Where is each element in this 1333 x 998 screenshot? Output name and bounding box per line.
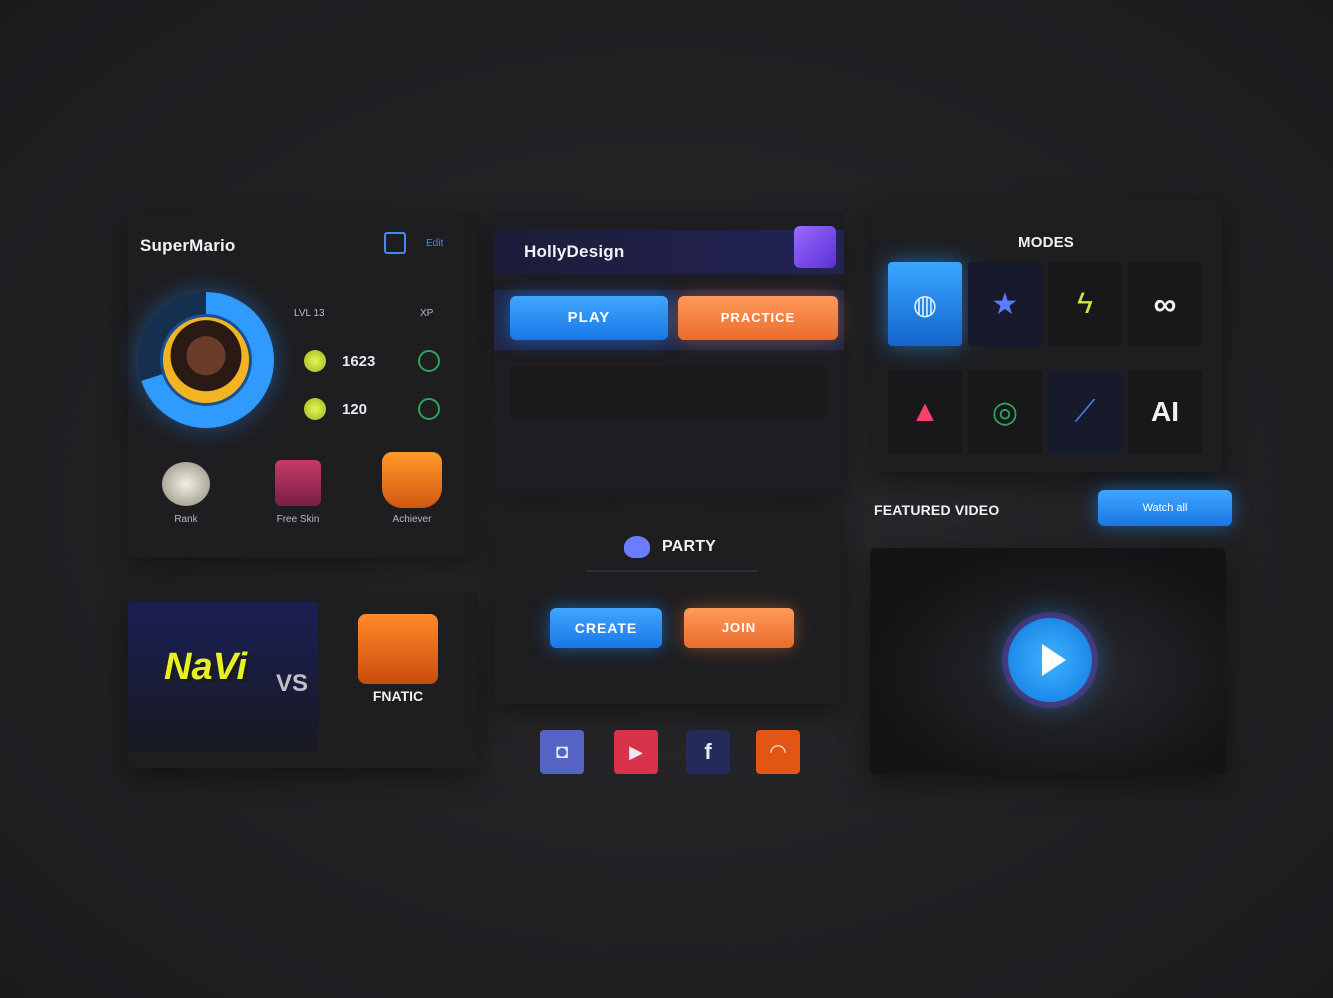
- mode-tile-5[interactable]: ▲: [888, 370, 962, 454]
- plus-coins-icon[interactable]: [418, 350, 440, 372]
- fnatic-mark-icon: [358, 614, 438, 684]
- badge-rank[interactable]: Rank: [158, 462, 214, 532]
- profile-panel: SuperMario Edit LVL 13 XP 1623 120 Rank …: [128, 212, 478, 557]
- profile-edit-label[interactable]: Edit: [426, 238, 443, 249]
- social-bar: ◘ ▶ f ◠: [540, 722, 840, 782]
- fox-mascot-icon: [382, 452, 442, 508]
- profile-username: SuperMario: [140, 236, 236, 255]
- reddit-icon[interactable]: ◠: [756, 730, 800, 774]
- watch-all-button[interactable]: Watch all: [1098, 490, 1232, 526]
- mode-tile-8[interactable]: AI: [1128, 370, 1202, 454]
- team-b-logo[interactable]: FNATIC: [338, 606, 458, 726]
- gift-icon: [275, 460, 321, 506]
- join-party-button[interactable]: JOIN: [684, 608, 794, 648]
- plus-gems-icon[interactable]: [418, 398, 440, 420]
- edit-icon[interactable]: [384, 232, 406, 254]
- play-panel: HollyDesign PLAY PRACTICE: [494, 212, 844, 497]
- modes-title: MODES: [1018, 234, 1075, 251]
- team-logo-icon[interactable]: [794, 226, 836, 268]
- practice-button[interactable]: PRACTICE: [678, 296, 838, 340]
- mode-tile-2[interactable]: ★: [968, 262, 1042, 346]
- play-button[interactable]: PLAY: [510, 296, 668, 340]
- flame-icon: ▲: [910, 395, 940, 428]
- lightning-icon: ϟ: [1077, 287, 1093, 320]
- discord-icon[interactable]: ◘: [540, 730, 584, 774]
- ai-label: AI: [1151, 396, 1179, 427]
- badge-label: Rank: [174, 514, 198, 525]
- gem-icon: [304, 398, 326, 420]
- infinity-icon: ∞: [1153, 285, 1177, 322]
- badge-label: Free Skin: [276, 514, 320, 525]
- mode-tile-1[interactable]: ◍: [888, 262, 962, 346]
- featured-header: FEATURED VIDEO Watch all: [872, 488, 1236, 532]
- coins-value: 1623: [342, 353, 376, 370]
- modes-panel: MODES ◍ ★ ϟ ∞ ▲ ◎ ⟋ AI: [872, 200, 1222, 472]
- brain-icon: ◍: [912, 288, 938, 320]
- rank-badge-icon: [162, 462, 210, 506]
- featured-title: FEATURED VIDEO: [874, 502, 1000, 518]
- mode-tile-4[interactable]: ∞: [1128, 262, 1202, 346]
- play-triangle-icon: [1042, 644, 1066, 676]
- badge-free-skin[interactable]: Free Skin: [266, 460, 330, 532]
- avatar-ring: [138, 292, 274, 428]
- badge-label: Achiever: [392, 514, 432, 525]
- party-divider: [586, 570, 758, 572]
- team-b-name: FNATIC: [372, 688, 424, 704]
- level-label: LVL 13: [294, 308, 325, 319]
- party-title: PARTY: [662, 538, 717, 555]
- target-icon: ◎: [991, 395, 1019, 429]
- gems-value: 120: [342, 401, 368, 418]
- sword-icon: ⟋: [1074, 395, 1096, 428]
- facebook-icon[interactable]: f: [686, 730, 730, 774]
- coin-icon: [304, 350, 326, 372]
- party-icon: [624, 536, 650, 558]
- play-panel-title: HollyDesign: [524, 242, 625, 261]
- star-icon: ★: [991, 287, 1019, 321]
- badge-achiever[interactable]: Achiever: [376, 452, 448, 532]
- party-panel: PARTY CREATE JOIN: [494, 514, 844, 704]
- match-panel: NaVi VS FNATIC: [128, 592, 478, 768]
- team-a-name: NaVi: [164, 646, 248, 688]
- queue-status-area: [510, 367, 828, 417]
- xp-label: XP: [420, 308, 434, 319]
- play-video-button[interactable]: [1008, 618, 1092, 702]
- youtube-icon[interactable]: ▶: [614, 730, 658, 774]
- vs-label: VS: [276, 670, 309, 697]
- featured-video-player[interactable]: [870, 548, 1226, 774]
- mode-tile-3[interactable]: ϟ: [1048, 262, 1122, 346]
- avatar[interactable]: [160, 314, 252, 406]
- create-party-button[interactable]: CREATE: [550, 608, 662, 648]
- mode-tile-7[interactable]: ⟋: [1048, 370, 1122, 454]
- mode-tile-6[interactable]: ◎: [968, 370, 1042, 454]
